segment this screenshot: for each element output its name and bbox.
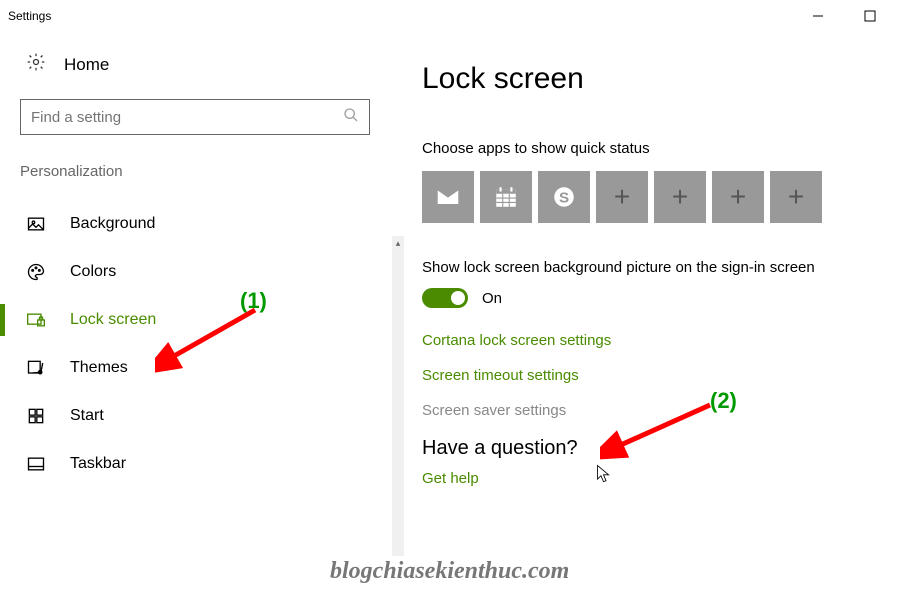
watermark-text: blogchiasekienthuc.com bbox=[330, 558, 569, 585]
cursor-icon bbox=[595, 463, 612, 485]
annotation-arrow-2 bbox=[600, 400, 720, 460]
plus-icon: + bbox=[788, 181, 804, 213]
sidebar-item-label: Themes bbox=[70, 359, 128, 377]
plus-icon: + bbox=[614, 181, 630, 213]
sidebar-item-label: Taskbar bbox=[70, 455, 126, 473]
app-tile-add-4[interactable]: + bbox=[770, 171, 822, 223]
app-tile-skype[interactable]: S bbox=[538, 171, 590, 223]
search-input[interactable] bbox=[31, 109, 343, 126]
window-title: Settings bbox=[8, 9, 51, 23]
app-tile-add-3[interactable]: + bbox=[712, 171, 764, 223]
home-label: Home bbox=[64, 55, 109, 75]
sidebar-item-colors[interactable]: Colors bbox=[0, 248, 390, 296]
picture-icon bbox=[26, 214, 46, 234]
quick-status-label: Choose apps to show quick status bbox=[422, 140, 900, 157]
app-tile-add-2[interactable]: + bbox=[654, 171, 706, 223]
bg-toggle-label: Show lock screen background picture on t… bbox=[422, 259, 900, 276]
maximize-button[interactable] bbox=[848, 2, 892, 30]
sidebar-item-start[interactable]: Start bbox=[0, 392, 390, 440]
palette-icon bbox=[26, 262, 46, 282]
annotation-arrow-1 bbox=[155, 305, 265, 375]
plus-icon: + bbox=[672, 181, 688, 213]
start-icon bbox=[26, 406, 46, 426]
home-nav[interactable]: Home bbox=[26, 52, 390, 77]
search-icon bbox=[343, 107, 359, 128]
bg-toggle[interactable] bbox=[422, 288, 468, 308]
svg-text:S: S bbox=[559, 189, 569, 206]
themes-icon bbox=[26, 358, 46, 378]
gear-icon bbox=[26, 52, 46, 77]
link-screen-timeout[interactable]: Screen timeout settings bbox=[422, 367, 900, 384]
bg-toggle-state: On bbox=[482, 290, 502, 307]
app-tile-mail[interactable] bbox=[422, 171, 474, 223]
lockscreen-icon bbox=[26, 310, 46, 330]
taskbar-icon bbox=[26, 454, 46, 474]
sidebar-item-taskbar[interactable]: Taskbar bbox=[0, 440, 390, 488]
sidebar-item-label: Background bbox=[70, 215, 155, 233]
sidebar-item-label: Colors bbox=[70, 263, 116, 281]
category-header: Personalization bbox=[20, 163, 390, 180]
search-box[interactable] bbox=[20, 99, 370, 135]
quick-status-tiles: S + + + + bbox=[422, 171, 900, 223]
page-title: Lock screen bbox=[422, 62, 900, 96]
plus-icon: + bbox=[730, 181, 746, 213]
main-panel: Lock screen Choose apps to show quick st… bbox=[390, 32, 900, 603]
app-tile-add-1[interactable]: + bbox=[596, 171, 648, 223]
link-cortana-settings[interactable]: Cortana lock screen settings bbox=[422, 332, 900, 349]
app-tile-calendar[interactable] bbox=[480, 171, 532, 223]
sidebar-item-label: Start bbox=[70, 407, 104, 425]
sidebar-item-label: Lock screen bbox=[70, 311, 156, 329]
link-get-help[interactable]: Get help bbox=[422, 470, 900, 487]
titlebar: Settings bbox=[0, 0, 900, 32]
minimize-button[interactable] bbox=[796, 2, 840, 30]
sidebar-item-background[interactable]: Background bbox=[0, 200, 390, 248]
